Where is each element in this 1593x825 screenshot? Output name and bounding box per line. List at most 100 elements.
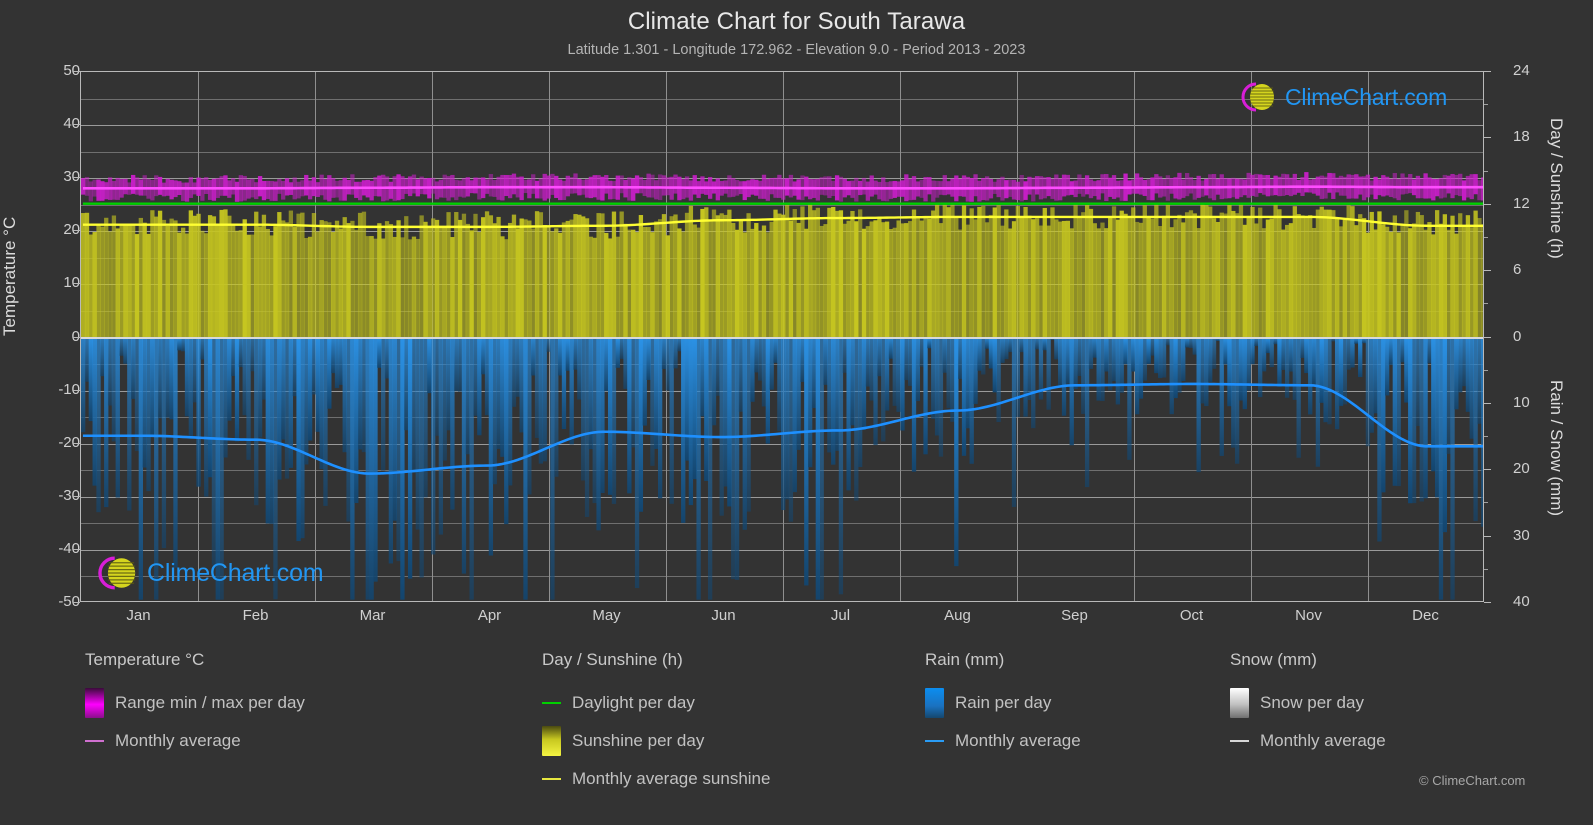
temperature-range-day-bar xyxy=(1235,179,1239,199)
brand-logo-top[interactable]: ClimeChart.com xyxy=(1236,80,1447,114)
rain-day-bar xyxy=(996,338,1000,422)
brand-logo-bottom[interactable]: ClimeChart.com xyxy=(92,553,323,593)
rain-day-bar xyxy=(854,338,858,501)
rain-day-bar xyxy=(620,338,624,359)
legend-item[interactable]: Monthly average sunshine xyxy=(542,760,770,798)
sunshine-day-bar xyxy=(396,220,400,337)
legend-swatch-sunshine xyxy=(542,726,561,756)
rain-day-bar xyxy=(1404,338,1408,403)
rain-day-bar xyxy=(639,338,643,512)
sunshine-day-bar xyxy=(1277,209,1281,337)
rain-day-bar xyxy=(1408,338,1412,504)
temperature-range-day-bar xyxy=(504,175,508,196)
temperature-range-day-bar xyxy=(970,178,974,202)
rain-day-bar xyxy=(458,338,462,392)
sunshine-day-bar xyxy=(1085,205,1089,337)
rain-day-bar xyxy=(81,338,85,433)
sunshine-day-bar xyxy=(604,233,608,338)
sunshine-day-bar xyxy=(500,236,504,337)
temperature-range-day-bar xyxy=(1408,174,1412,193)
rain-day-bar xyxy=(646,338,650,380)
sunshine-day-bar xyxy=(696,228,700,338)
sunshine-day-bar xyxy=(1300,215,1304,337)
sunshine-day-bar xyxy=(304,238,308,338)
rain-day-bar xyxy=(704,338,708,481)
rain-day-bar xyxy=(431,338,435,555)
sunshine-day-bar xyxy=(804,229,808,338)
sunshine-day-bar xyxy=(646,227,650,337)
climechart-logo-icon xyxy=(1236,80,1280,114)
legend-group-title: Snow (mm) xyxy=(1230,650,1386,672)
legend-item[interactable]: Rain per day xyxy=(925,684,1081,722)
sunshine-day-bar xyxy=(366,236,370,337)
sunshine-day-bar xyxy=(208,215,212,337)
sunshine-day-bar xyxy=(212,216,216,337)
legend-item[interactable]: Monthly average xyxy=(85,722,305,760)
temperature-range-day-bar xyxy=(854,178,858,202)
rain-day-bar xyxy=(1273,338,1277,345)
temperature-range-day-bar xyxy=(770,178,774,194)
y-axis-left-title: Temperature °C xyxy=(0,217,20,336)
temperature-range-day-bar xyxy=(208,180,212,200)
temperature-range-day-bar xyxy=(323,179,327,200)
sunshine-day-bar xyxy=(116,228,120,337)
sunshine-day-bar xyxy=(200,231,204,338)
rain-day-bar xyxy=(716,338,720,396)
rain-day-bar xyxy=(635,338,639,589)
rain-day-bar xyxy=(1385,338,1389,396)
sunshine-day-bar xyxy=(1420,215,1424,337)
y-axis-right-minor-tick xyxy=(1484,436,1488,437)
sunshine-day-bar xyxy=(1289,223,1293,337)
sunshine-day-bar xyxy=(789,220,793,337)
sunshine-day-bar xyxy=(850,211,854,338)
legend-item[interactable]: Range min / max per day xyxy=(85,684,305,722)
rain-day-bar xyxy=(89,338,93,422)
temperature-range-day-bar xyxy=(623,180,627,198)
temperature-range-day-bar xyxy=(1189,177,1193,193)
legend-item[interactable]: Sunshine per day xyxy=(542,722,770,760)
sunshine-day-bar xyxy=(577,215,581,338)
sunshine-day-bar xyxy=(1027,216,1031,338)
rain-day-bar xyxy=(889,338,893,359)
rain-day-bar xyxy=(1081,338,1085,414)
y-axis-right-minor-tick xyxy=(1484,303,1488,304)
legend-item[interactable]: Snow per day xyxy=(1230,684,1386,722)
sunshine-day-bar xyxy=(1262,228,1266,337)
rain-day-bar xyxy=(546,338,550,352)
rain-day-bar xyxy=(1435,338,1439,498)
legend-item[interactable]: Daylight per day xyxy=(542,684,770,722)
rain-day-bar xyxy=(496,338,500,449)
sunshine-day-bar xyxy=(193,216,197,338)
x-axis-tick-label: Feb xyxy=(211,607,301,624)
legend-item[interactable]: Monthly average xyxy=(1230,722,1386,760)
sunshine-day-bar xyxy=(1012,221,1016,337)
rain-day-bar xyxy=(531,338,535,376)
rain-day-bar xyxy=(581,338,585,481)
rain-day-bar xyxy=(1143,338,1147,381)
sunshine-day-bar xyxy=(781,215,785,338)
rain-day-bar xyxy=(566,338,570,371)
sunshine-day-bar xyxy=(950,205,954,338)
legend-group: Snow (mm) Snow per dayMonthly average xyxy=(1230,650,1386,760)
rain-day-bar xyxy=(1454,338,1458,410)
sunshine-day-bar xyxy=(439,227,443,337)
y-axis-right-minor-tick xyxy=(1484,237,1488,238)
rain-day-bar xyxy=(196,338,200,487)
sunshine-day-bar xyxy=(239,230,243,337)
rain-day-bar xyxy=(1204,338,1208,407)
sunshine-day-bar xyxy=(1070,228,1074,337)
sunshine-day-bar xyxy=(554,228,558,337)
sunshine-day-bar xyxy=(1350,206,1354,337)
rain-day-bar xyxy=(1089,338,1093,369)
rain-day-bar xyxy=(670,338,674,504)
sunshine-day-bar xyxy=(481,217,485,337)
sunshine-day-bar xyxy=(1381,224,1385,337)
sunshine-day-bar xyxy=(935,205,939,338)
rain-day-bar xyxy=(1104,338,1108,372)
sunshine-day-bar xyxy=(743,232,747,337)
legend-item[interactable]: Monthly average xyxy=(925,722,1081,760)
rain-day-bar xyxy=(1220,338,1224,456)
rain-day-bar xyxy=(96,338,100,513)
temperature-range-day-bar xyxy=(262,181,266,200)
temperature-range-day-bar xyxy=(1404,177,1408,194)
